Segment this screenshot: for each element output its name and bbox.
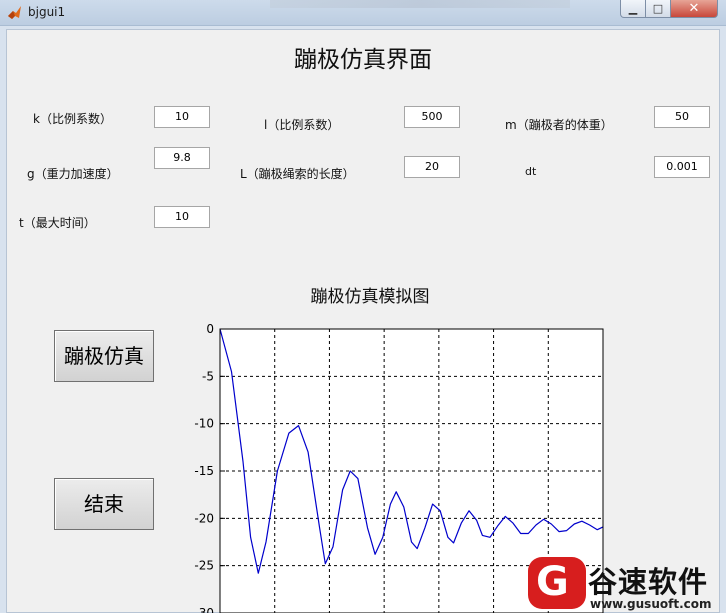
m-label: m（蹦极者的体重） <box>505 118 613 132</box>
watermark: G 谷速软件 www.gusuoft.com <box>526 553 726 613</box>
watermark-logo: G <box>528 557 586 609</box>
rope-length-label: L（蹦极绳索的长度） <box>240 167 355 181</box>
rope-length-input[interactable]: 20 <box>404 156 460 178</box>
y-tick-label: 0 <box>206 322 214 336</box>
y-tick-label: -25 <box>194 559 214 573</box>
close-button[interactable]: ✕ <box>670 0 718 18</box>
y-tick-label: -20 <box>194 511 214 525</box>
max-time-input[interactable]: 10 <box>154 206 210 228</box>
simulate-button[interactable]: 蹦极仿真 <box>54 330 154 382</box>
plot-title: 蹦极仿真模拟图 <box>310 287 430 307</box>
dt-input[interactable]: 0.001 <box>654 156 710 178</box>
k-input[interactable]: 10 <box>154 106 210 128</box>
y-tick-label: -10 <box>194 417 214 431</box>
window-titlebar[interactable]: bjgui1 ▁ □ ✕ <box>0 0 726 26</box>
g-label: g（重力加速度） <box>27 167 119 181</box>
watermark-text: 谷速软件 <box>588 565 709 599</box>
watermark-logo-letter: G <box>536 559 569 605</box>
maximize-button[interactable]: □ <box>645 0 671 18</box>
y-tick-label: -30 <box>194 606 214 613</box>
dt-label: dt <box>525 165 537 178</box>
minimize-button[interactable]: ▁ <box>620 0 646 18</box>
page-title: 蹦极仿真界面 <box>294 47 432 73</box>
matlab-icon <box>8 6 21 19</box>
watermark-url: www.gusuoft.com <box>590 597 712 611</box>
g-input[interactable]: 9.8 <box>154 147 210 169</box>
background-blur <box>270 0 570 8</box>
l-input[interactable]: 500 <box>404 106 460 128</box>
y-tick-label: -15 <box>194 464 214 478</box>
k-label: k（比例系数） <box>33 112 112 126</box>
l-label: l（比例系数） <box>264 118 340 132</box>
end-button[interactable]: 结束 <box>54 478 154 530</box>
m-input[interactable]: 50 <box>654 106 710 128</box>
max-time-label: t（最大时间） <box>19 216 96 230</box>
y-tick-label: -5 <box>202 369 214 383</box>
window-title: bjgui1 <box>28 5 66 19</box>
